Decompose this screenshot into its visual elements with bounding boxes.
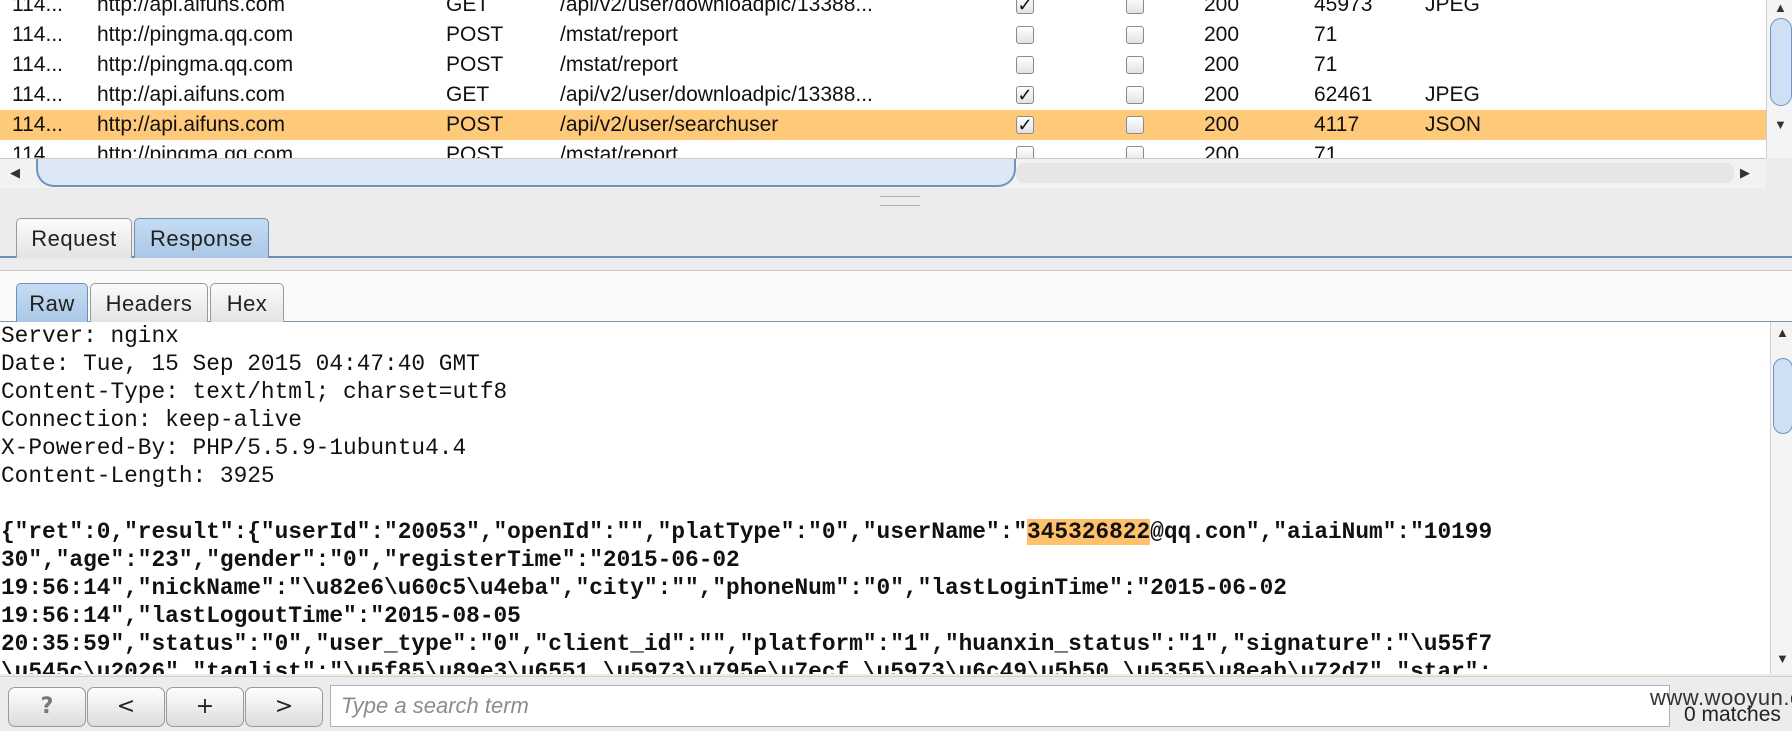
row-highlight-checkbox[interactable]: [1016, 26, 1034, 44]
request-response-tabs: Request Response: [0, 212, 1792, 258]
row-highlight-checkbox[interactable]: ✓: [1016, 0, 1034, 14]
row-mime-type: JSON: [1425, 113, 1482, 136]
response-header-line: Connection: keep-alive: [1, 407, 302, 433]
raw-response-view[interactable]: Server: nginx Date: Tue, 15 Sep 2015 04:…: [0, 322, 1770, 674]
row-comment-checkbox[interactable]: [1126, 0, 1144, 14]
response-body-line: 20:35:59","status":"0","user_type":"0","…: [1, 631, 1493, 657]
row-mime-type: JPEG: [1425, 0, 1480, 16]
table-row[interactable]: 114... http://api.aifuns.com GET/api/v2/us…: [0, 80, 1766, 110]
table-row[interactable]: 114... http://api.aifuns.com POST/api/v2/u…: [0, 110, 1766, 140]
row-status: 200: [1204, 113, 1240, 136]
response-vertical-scrollbar[interactable]: ▲ ▼: [1770, 322, 1792, 674]
row-host: http://api.aifuns.com: [97, 0, 285, 16]
next-match-button[interactable]: >: [245, 687, 323, 727]
response-header-line: Content-Length: 3925: [1, 463, 275, 489]
row-host: http://api.aifuns.com: [97, 113, 285, 136]
row-mime-type: JPEG: [1425, 83, 1480, 106]
row-number: 114...: [12, 0, 63, 16]
response-text: Server: nginx Date: Tue, 15 Sep 2015 04:…: [0, 322, 1770, 674]
response-header-line: Date: Tue, 15 Sep 2015 04:47:40 GMT: [1, 351, 480, 377]
tab-hex[interactable]: Hex: [210, 283, 284, 323]
proxy-history-panel: 114... http://api.aifuns.com GET/api/v2/us…: [0, 0, 1792, 190]
row-method: POST: [446, 23, 504, 46]
scroll-up-icon[interactable]: ▲: [1774, 1, 1787, 15]
row-url: /api/v2/user/downloadpic/13388...: [560, 0, 873, 16]
previous-match-button[interactable]: <: [87, 687, 165, 727]
row-number: 114...: [12, 113, 63, 136]
row-number: 114...: [12, 53, 63, 76]
history-vertical-scroll-thumb[interactable]: [1770, 18, 1792, 106]
row-highlight-checkbox[interactable]: [1016, 56, 1034, 74]
row-status: 200: [1204, 83, 1240, 106]
row-url: /api/v2/user/searchuser: [560, 113, 779, 136]
scroll-track[interactable]: [1016, 163, 1734, 183]
row-host: http://pingma.qq.com: [97, 53, 294, 76]
row-comment-checkbox[interactable]: [1126, 86, 1144, 104]
response-header-line: Server: nginx: [1, 323, 179, 349]
row-length: 45973: [1314, 0, 1373, 16]
tab-headers[interactable]: Headers: [90, 283, 208, 323]
row-length: 71: [1314, 23, 1338, 46]
tab-request[interactable]: Request: [16, 218, 132, 258]
response-body-line: 30","age":"23","gender":"0","registerTim…: [1, 547, 740, 573]
table-row[interactable]: 114... http://pingma.qq.com POST/mstat/rep…: [0, 50, 1766, 80]
search-input[interactable]: [330, 685, 1670, 727]
split-pane-divider-icon[interactable]: [880, 196, 920, 206]
history-horizontal-scrollbar[interactable]: ◀ ▶: [0, 158, 1766, 188]
scroll-right-icon[interactable]: ▶: [1740, 166, 1750, 180]
row-length: 62461: [1314, 83, 1373, 106]
row-method: POST: [446, 113, 504, 136]
table-row[interactable]: 114... http://api.aifuns.com GET/api/v2/us…: [0, 0, 1766, 20]
search-highlight: 345326822: [1027, 519, 1151, 545]
row-url: /mstat/report: [560, 23, 678, 46]
row-url: /mstat/report: [560, 53, 678, 76]
tab-raw[interactable]: Raw: [16, 283, 88, 323]
history-table: 114... http://api.aifuns.com GET/api/v2/us…: [0, 0, 1766, 170]
response-vertical-scroll-thumb[interactable]: [1773, 358, 1792, 434]
response-body-line: {"ret":0,"result":{"userId":"20053","ope…: [1, 519, 1028, 545]
response-view-tabs: Raw Headers Hex: [0, 270, 1792, 323]
row-host: http://api.aifuns.com: [97, 83, 285, 106]
response-body-line: 19:56:14","nickName":"\u82e6\u60c5\u4eba…: [1, 575, 1287, 601]
row-host: http://pingma.qq.com: [97, 23, 294, 46]
scroll-down-icon[interactable]: ▼: [1774, 118, 1787, 132]
row-status: 200: [1204, 23, 1240, 46]
history-horizontal-scroll-thumb[interactable]: [36, 159, 1016, 187]
row-length: 4117: [1314, 113, 1360, 136]
row-length: 71: [1314, 53, 1338, 76]
row-comment-checkbox[interactable]: [1126, 116, 1144, 134]
tab-response[interactable]: Response: [134, 218, 269, 258]
row-url: /api/v2/user/downloadpic/13388...: [560, 83, 873, 106]
row-method: GET: [446, 83, 490, 106]
help-button[interactable]: ?: [8, 687, 86, 727]
row-status: 200: [1204, 53, 1240, 76]
response-body-line: @qq.con","aiaiNum":"10199: [1150, 519, 1493, 545]
row-comment-checkbox[interactable]: [1126, 56, 1144, 74]
response-header-line: Content-Type: text/html; charset=utf8: [1, 379, 508, 405]
row-status: 200: [1204, 0, 1240, 16]
scroll-up-icon[interactable]: ▲: [1776, 326, 1789, 340]
watermark: www.wooyun.org: [1650, 685, 1792, 710]
response-body-line: 19:56:14","lastLogoutTime":"2015-08-05: [1, 603, 521, 629]
table-row[interactable]: 114... http://pingma.qq.com POST/mstat/rep…: [0, 20, 1766, 50]
row-method: POST: [446, 53, 504, 76]
row-method: GET: [446, 0, 490, 16]
row-number: 114...: [12, 23, 63, 46]
scroll-down-icon[interactable]: ▼: [1776, 652, 1789, 666]
response-header-line: X-Powered-By: PHP/5.5.9-1ubuntu4.4: [1, 435, 467, 461]
add-search-button[interactable]: +: [166, 687, 244, 727]
row-highlight-checkbox[interactable]: ✓: [1016, 116, 1034, 134]
row-comment-checkbox[interactable]: [1126, 26, 1144, 44]
row-highlight-checkbox[interactable]: ✓: [1016, 86, 1034, 104]
row-number: 114...: [12, 83, 63, 106]
history-vertical-scrollbar[interactable]: ▲ ▼: [1766, 0, 1792, 158]
search-bar: ? < + > 0 matches www.wooyun.org: [0, 676, 1792, 731]
response-body-line: \u545c\u2026","taglist":"\u5f85\u89e3\u6…: [1, 659, 1493, 674]
scroll-left-icon[interactable]: ◀: [10, 166, 20, 180]
